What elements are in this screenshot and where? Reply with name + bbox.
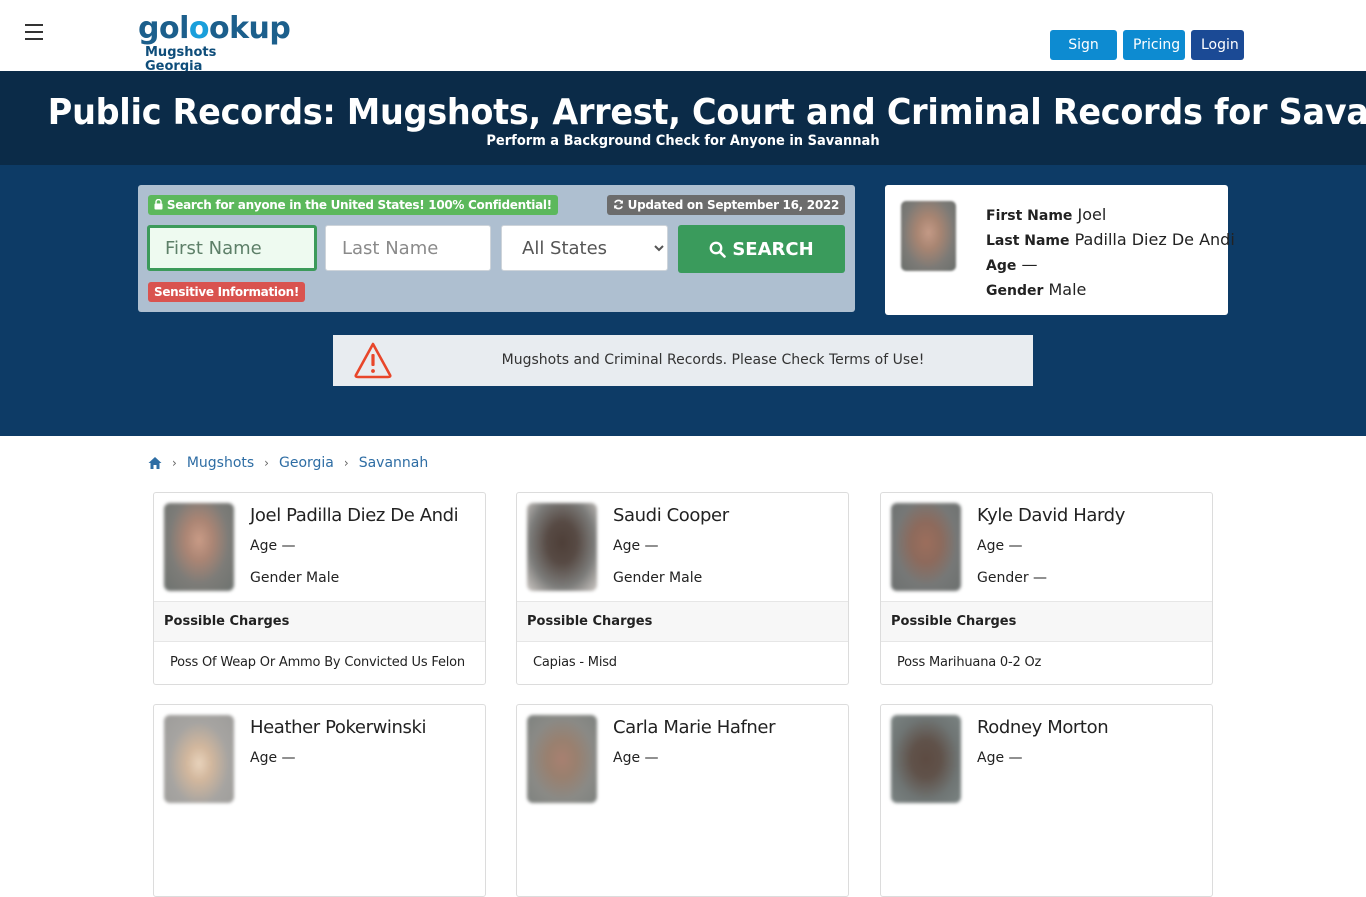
mugshot-image: [164, 503, 234, 591]
charge-item: Capias - Misd: [533, 655, 617, 670]
hamburger-menu-icon[interactable]: [25, 24, 45, 42]
breadcrumb-separator: ›: [343, 456, 349, 470]
person-age: Age —: [977, 750, 1023, 766]
featured-profile-info: First Name Joel Last Name Padilla Diez D…: [986, 203, 1235, 303]
last-name-input[interactable]: [325, 225, 491, 271]
person-age: Age —: [613, 750, 659, 766]
first-name-input[interactable]: [147, 225, 317, 271]
state-select[interactable]: All States: [501, 225, 668, 271]
charge-item: Poss Marihuana 0-2 Oz: [897, 655, 1042, 670]
mugshot-image: [527, 503, 597, 591]
lock-icon: [154, 198, 163, 210]
person-age: Age —: [250, 750, 296, 766]
featured-first-name: First Name Joel: [986, 205, 1107, 224]
page-subtitle: Perform a Background Check for Anyone in…: [486, 133, 880, 149]
featured-gender: Gender Male: [986, 280, 1087, 299]
breadcrumb-savannah[interactable]: Savannah: [359, 455, 429, 471]
person-gender: Gender Male: [250, 570, 340, 586]
mugshot-card[interactable]: Rodney Morton Age —: [880, 704, 1213, 897]
mugshot-image: [164, 715, 234, 803]
person-gender: Gender Male: [613, 570, 703, 586]
header-actions: Sign Up Pricing Login: [1050, 30, 1244, 83]
mugshot-card[interactable]: Saudi Cooper Age — Gender Male Possible …: [516, 492, 849, 685]
confidential-badge: Search for anyone in the United States! …: [148, 195, 558, 215]
top-navbar: golookup Mugshots Georgia Sign Up Pricin…: [0, 0, 1366, 83]
updated-badge: Updated on September 16, 2022: [606, 195, 845, 215]
person-age: Age —: [250, 538, 296, 554]
breadcrumb: › Mugshots › Georgia › Savannah: [148, 455, 428, 471]
site-logo[interactable]: golookup Mugshots Georgia: [138, 11, 291, 74]
mugshot-image: [891, 503, 961, 591]
breadcrumb-separator: ›: [264, 456, 269, 470]
breadcrumb-georgia[interactable]: Georgia: [279, 455, 334, 471]
search-button[interactable]: SEARCH: [678, 225, 845, 273]
featured-mugshot-image: [901, 201, 956, 271]
person-gender: Gender —: [977, 570, 1048, 586]
home-icon[interactable]: [148, 456, 162, 470]
person-name[interactable]: Kyle David Hardy: [977, 505, 1125, 526]
charges-header: Possible Charges: [517, 601, 848, 642]
breadcrumb-separator: ›: [172, 456, 177, 470]
person-name[interactable]: Heather Pokerwinski: [250, 717, 427, 738]
charge-item: Poss Of Weap Or Ammo By Convicted Us Fel…: [170, 655, 465, 670]
person-name[interactable]: Carla Marie Hafner: [613, 717, 776, 738]
login-button[interactable]: Login: [1191, 30, 1244, 60]
mugshot-image: [891, 715, 961, 803]
page-title: Public Records: Mugshots, Arrest, Court …: [47, 92, 1366, 133]
sensitive-info-badge: Sensitive Information!: [148, 282, 306, 302]
charges-header: Possible Charges: [154, 601, 485, 642]
featured-age: Age —: [986, 255, 1038, 274]
mugshot-card[interactable]: Heather Pokerwinski Age —: [153, 704, 486, 897]
refresh-icon: [613, 199, 623, 210]
featured-last-name: Last Name Padilla Diez De Andi: [986, 230, 1235, 249]
pricing-button[interactable]: Pricing: [1123, 30, 1185, 60]
person-age: Age —: [977, 538, 1023, 554]
search-section: Search for anyone in the United States! …: [0, 165, 1366, 436]
search-panel: Search for anyone in the United States! …: [138, 185, 855, 312]
person-age: Age —: [613, 538, 659, 554]
logo-wordmark: golookup: [138, 11, 291, 46]
hero-banner: Public Records: Mugshots, Arrest, Court …: [0, 71, 1366, 165]
terms-notice-text: Mugshots and Criminal Records. Please Ch…: [501, 352, 925, 368]
mugshot-card[interactable]: Joel Padilla Diez De Andi Age — Gender M…: [153, 492, 486, 685]
mugshot-image: [527, 715, 597, 803]
mugshot-card[interactable]: Kyle David Hardy Age — Gender — Possible…: [880, 492, 1213, 685]
breadcrumb-mugshots[interactable]: Mugshots: [187, 455, 254, 471]
person-name[interactable]: Joel Padilla Diez De Andi: [250, 505, 459, 526]
person-name[interactable]: Rodney Morton: [977, 717, 1109, 738]
charges-header: Possible Charges: [881, 601, 1212, 642]
logo-subtitle: Mugshots Georgia: [145, 45, 217, 74]
person-name[interactable]: Saudi Cooper: [613, 505, 729, 526]
terms-notice: Mugshots and Criminal Records. Please Ch…: [333, 335, 1033, 386]
search-icon: [709, 241, 727, 258]
signup-button[interactable]: Sign Up: [1050, 30, 1117, 83]
featured-profile-card[interactable]: First Name Joel Last Name Padilla Diez D…: [885, 185, 1235, 315]
mugshot-card[interactable]: Carla Marie Hafner Age —: [516, 704, 849, 897]
